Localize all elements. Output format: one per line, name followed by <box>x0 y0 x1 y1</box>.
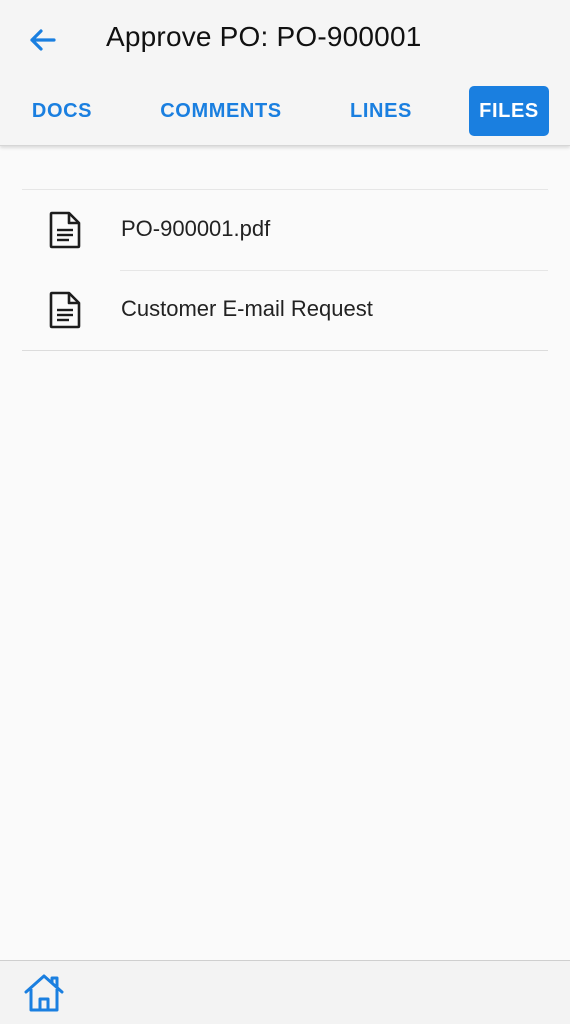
home-button[interactable] <box>22 973 66 1017</box>
bottom-nav-bar <box>0 960 570 1024</box>
app-header: Approve PO: PO-900001 DOCS COMMENTS LINE… <box>0 0 570 146</box>
app-screen: Approve PO: PO-900001 DOCS COMMENTS LINE… <box>0 0 570 1024</box>
tab-comments[interactable]: COMMENTS <box>152 86 290 136</box>
file-name: PO-900001.pdf <box>121 216 271 241</box>
home-icon <box>24 974 64 1012</box>
back-button[interactable] <box>22 22 62 58</box>
list-item[interactable]: PO-900001.pdf <box>22 190 548 270</box>
arrow-left-icon <box>30 29 56 51</box>
tab-bar: DOCS COMMENTS LINES FILES <box>0 86 570 138</box>
document-icon <box>49 291 81 329</box>
list-item[interactable]: Customer E-mail Request <box>22 270 548 350</box>
file-list: PO-900001.pdf Customer E-mail Request <box>22 189 548 351</box>
document-icon <box>49 211 81 249</box>
tab-docs[interactable]: DOCS <box>22 86 102 136</box>
tab-files[interactable]: FILES <box>469 86 549 136</box>
page-title: Approve PO: PO-900001 <box>106 21 422 52</box>
row-divider <box>120 270 548 271</box>
tab-lines[interactable]: LINES <box>342 86 420 136</box>
files-panel: PO-900001.pdf Customer E-mail Request <box>0 146 570 960</box>
file-name: Customer E-mail Request <box>121 296 373 321</box>
